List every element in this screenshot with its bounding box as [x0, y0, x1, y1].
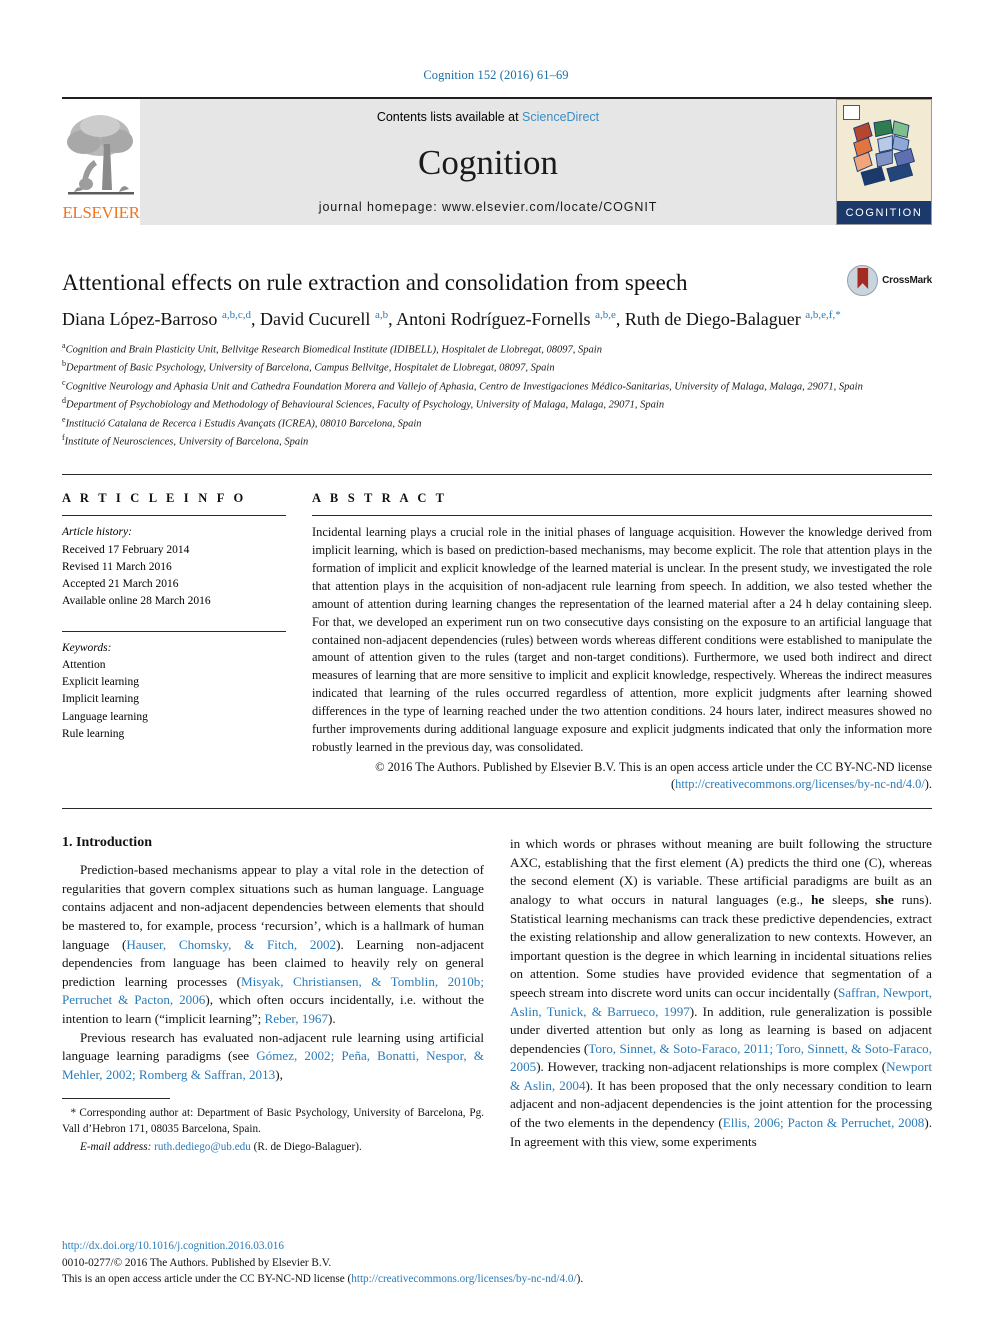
doi-link[interactable]: http://dx.doi.org/10.1016/j.cognition.20… [62, 1238, 932, 1254]
left-column: 1. Introduction Prediction-based mechani… [62, 835, 484, 1156]
affiliation-text: Department of Psychobiology and Methodol… [66, 399, 665, 411]
journal-homepage[interactable]: journal homepage: www.elsevier.com/locat… [319, 200, 657, 214]
affiliation-text: Institució Catalana de Recerca i Estudis… [65, 418, 422, 430]
email-footnote: E-mail address: ruth.dediego@ub.edu (R. … [62, 1140, 484, 1156]
journal-cover-thumbnail: COGNITION [836, 99, 932, 225]
section-heading-introduction: 1. Introduction [62, 835, 152, 851]
elsevier-wordmark: ELSEVIER [62, 203, 140, 222]
cover-blocks-icon [853, 119, 916, 186]
email-label: E-mail address: [80, 1141, 152, 1154]
abstract-heading: A B S T R A C T [312, 491, 448, 506]
info-abstract-panel: A R T I C L E I N F O Article history: R… [62, 474, 932, 810]
affiliation-item: bDepartment of Basic Psychology, Univers… [62, 358, 932, 376]
page-title: Attentional effects on rule extraction a… [62, 270, 688, 295]
author-list: Diana López-Barroso a,b,c,d, David Cucur… [62, 308, 841, 329]
running-head: Cognition 152 (2016) 61–69 [423, 68, 569, 82]
keyword-item: Language learning [62, 710, 148, 723]
journal-masthead: ELSEVIER Contents lists available at Sci… [62, 97, 932, 225]
cover-title-band: COGNITION [837, 201, 931, 224]
abstract-column: A B S T R A C T Incidental learning play… [312, 491, 932, 794]
divider [62, 630, 286, 632]
right-column: in which words or phrases without meanin… [510, 835, 932, 1156]
copyright-suffix: ). [924, 777, 932, 792]
title-block: Attentional effects on rule extraction a… [62, 265, 932, 331]
license-suffix: ). [576, 1272, 584, 1285]
elsevier-logo: ELSEVIER [62, 99, 140, 225]
abstract-text: Incidental learning plays a crucial role… [312, 525, 932, 754]
keyword-item: Implicit learning [62, 693, 139, 706]
affiliation-item: eInstitució Catalana de Recerca i Estudi… [62, 414, 932, 432]
divider [312, 515, 932, 517]
affiliation-text: Department of Basic Psychology, Universi… [66, 362, 555, 374]
affiliation-text: Cognition and Brain Plasticity Unit, Bel… [65, 344, 602, 356]
intro-paragraph-1: Prediction-based mechanisms appear to pl… [62, 862, 484, 1026]
abstract-copyright: © 2016 The Authors. Published by Elsevie… [312, 759, 932, 795]
history-item: Revised 11 March 2016 [62, 560, 172, 573]
license-line: This is an open access article under the… [62, 1271, 932, 1287]
license-link[interactable]: http://creativecommons.org/licenses/by-n… [675, 777, 925, 791]
contents-prefix: Contents lists available at [376, 110, 523, 124]
sciencedirect-link[interactable]: ScienceDirect [522, 110, 599, 124]
intro-paragraph-2: Previous research has evaluated non-adja… [62, 1029, 484, 1082]
corresponding-author-footnote: * Corresponding author at: Department of… [62, 1107, 484, 1136]
affiliation-text: Cognitive Neurology and Aphasia Unit and… [65, 381, 863, 393]
crossmark-icon [847, 265, 879, 296]
issn-copyright-line: 0010-0277/© 2016 The Authors. Published … [62, 1256, 332, 1269]
affiliation-item: cCognitive Neurology and Aphasia Unit an… [62, 377, 932, 395]
keyword-item: Attention [62, 658, 106, 671]
masthead-center: Contents lists available at ScienceDirec… [140, 99, 836, 225]
history-item: Received 17 February 2014 [62, 543, 190, 556]
divider [62, 515, 286, 517]
article-history-label: Article history: [62, 526, 132, 539]
article-info-column: A R T I C L E I N F O Article history: R… [62, 491, 312, 794]
email-owner: (R. de Diego-Balaguer). [253, 1141, 362, 1154]
crossmark-badge[interactable]: CrossMark [847, 265, 932, 296]
affiliation-text: Institute of Neurosciences, University o… [64, 436, 309, 448]
body-columns: 1. Introduction Prediction-based mechani… [62, 835, 932, 1156]
license-prefix: This is an open access article under the… [62, 1272, 352, 1285]
journal-article-page: Cognition 152 (2016) 61–69 ELSEVIER Cont… [0, 0, 992, 1323]
crossmark-label: CrossMark [882, 275, 932, 286]
affiliation-item: dDepartment of Psychobiology and Methodo… [62, 395, 932, 413]
footnote-divider [62, 1098, 170, 1100]
keywords-label: Keywords: [62, 641, 112, 654]
intro-paragraph-3: in which words or phrases without meanin… [510, 836, 932, 1149]
journal-title: Cognition [417, 142, 559, 182]
page-footer: http://dx.doi.org/10.1016/j.cognition.20… [62, 1238, 932, 1287]
email-link[interactable]: ruth.dediego@ub.edu [154, 1141, 251, 1153]
elsevier-tree-icon [67, 115, 134, 195]
keyword-item: Rule learning [62, 727, 125, 740]
footer-license-link[interactable]: http://creativecommons.org/licenses/by-n… [351, 1273, 576, 1285]
affiliations-list: aCognition and Brain Plasticity Unit, Be… [62, 340, 932, 450]
article-info-heading: A R T I C L E I N F O [62, 491, 247, 506]
history-item: Available online 28 March 2016 [62, 595, 211, 608]
affiliation-item: aCognition and Brain Plasticity Unit, Be… [62, 340, 932, 358]
history-item: Accepted 21 March 2016 [62, 578, 179, 591]
affiliation-item: fInstitute of Neurosciences, University … [62, 432, 932, 450]
keyword-item: Explicit learning [62, 676, 139, 689]
contents-available-line: Contents lists available at ScienceDirec… [377, 110, 599, 124]
